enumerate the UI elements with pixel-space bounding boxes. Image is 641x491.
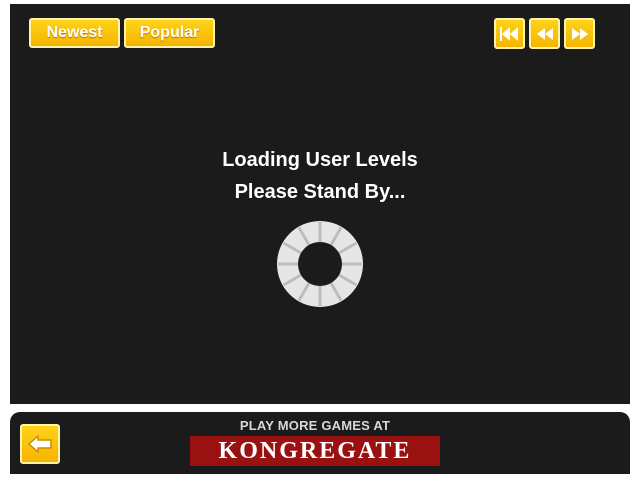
level-browser-panel: Newest Popular Loading User Levels Pleas… xyxy=(10,4,630,404)
kongregate-logo[interactable]: KONGREGATE xyxy=(190,436,440,466)
fast-forward-icon xyxy=(572,28,588,40)
loading-title: Loading User Levels xyxy=(222,149,418,171)
loading-subtitle: Please Stand By... xyxy=(234,181,406,203)
previous-page-button[interactable] xyxy=(529,18,560,49)
back-arrow-icon xyxy=(28,435,52,453)
first-page-button[interactable] xyxy=(494,18,525,49)
popular-tab-button[interactable]: Popular xyxy=(124,18,215,48)
newest-tab-button[interactable]: Newest xyxy=(29,18,120,48)
loading-spinner-icon xyxy=(277,221,363,307)
footer-bar: PLAY MORE GAMES AT KONGREGATE xyxy=(10,412,630,474)
next-page-button[interactable] xyxy=(564,18,595,49)
play-more-games-text: PLAY MORE GAMES AT xyxy=(239,418,391,433)
rewind-icon xyxy=(537,28,553,40)
back-button[interactable] xyxy=(20,424,60,464)
double-rewind-icon xyxy=(500,27,518,41)
